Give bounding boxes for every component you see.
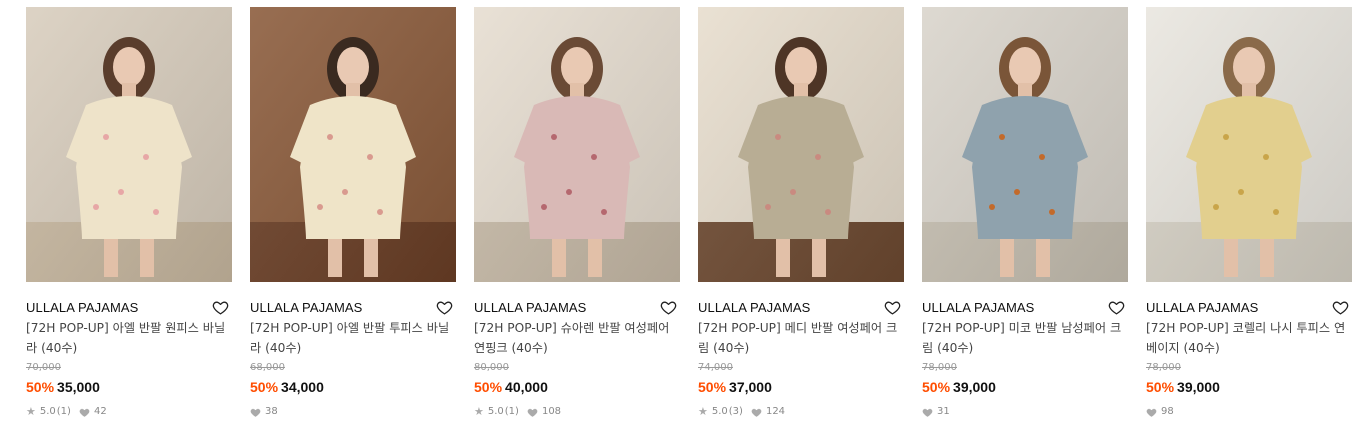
brand-name[interactable]: ULLALA PAJAMAS bbox=[698, 300, 810, 315]
product-title[interactable]: [72H POP-UP] 코렐리 나시 투피스 연베이지 (40수) bbox=[1146, 319, 1346, 358]
product-photo-2 bbox=[250, 7, 456, 282]
product-meta: 38 bbox=[250, 405, 456, 419]
sale-price-row: 50% 39,000 bbox=[1146, 378, 1352, 396]
sale-price: 40,000 bbox=[505, 379, 548, 395]
review-count: (1) bbox=[504, 406, 519, 417]
sale-price: 34,000 bbox=[281, 379, 324, 395]
discount-rate: 50% bbox=[26, 379, 55, 395]
product-image[interactable] bbox=[250, 7, 456, 282]
product-title[interactable]: [72H POP-UP] 메디 반팔 여성페어 크림 (40수) bbox=[698, 319, 898, 358]
product-card[interactable]: ULLALA PAJAMAS [72H POP-UP] 아엘 반팔 투피스 바닐라… bbox=[250, 7, 456, 427]
sale-price-row: 50% 35,000 bbox=[26, 378, 232, 396]
brand-name[interactable]: ULLALA PAJAMAS bbox=[922, 300, 1034, 315]
star-icon: ★ bbox=[474, 405, 484, 418]
discount-rate: 50% bbox=[250, 379, 279, 395]
sale-price-row: 50% 37,000 bbox=[698, 378, 904, 396]
like-count: 124 bbox=[765, 406, 786, 417]
wishlist-heart-icon[interactable] bbox=[882, 297, 902, 317]
product-photo-4 bbox=[698, 7, 904, 282]
likes-heart-icon bbox=[751, 407, 762, 418]
product-title[interactable]: [72H POP-UP] 슈아렌 반팔 여성페어 연핑크 (40수) bbox=[474, 319, 674, 358]
review-count: (1) bbox=[56, 406, 71, 417]
sale-price-row: 50% 40,000 bbox=[474, 378, 680, 396]
discount-rate: 50% bbox=[922, 379, 951, 395]
like-count: 38 bbox=[265, 406, 278, 417]
original-price: 80,000 bbox=[474, 362, 509, 373]
product-image[interactable] bbox=[922, 7, 1128, 282]
wishlist-heart-icon[interactable] bbox=[1106, 297, 1126, 317]
review-count: (3) bbox=[728, 406, 743, 417]
product-title[interactable]: [72H POP-UP] 아엘 반팔 투피스 바닐라 (40수) bbox=[250, 319, 450, 358]
sale-price: 37,000 bbox=[729, 379, 772, 395]
wishlist-heart-icon[interactable] bbox=[434, 297, 454, 317]
like-count: 42 bbox=[93, 406, 107, 417]
discount-rate: 50% bbox=[474, 379, 503, 395]
like-count: 98 bbox=[1161, 406, 1174, 417]
rating-score: 5.0 bbox=[39, 406, 56, 417]
product-card[interactable]: ULLALA PAJAMAS [72H POP-UP] 아엘 반팔 원피스 바닐라… bbox=[26, 7, 232, 427]
sale-price: 35,000 bbox=[57, 379, 100, 395]
likes-heart-icon bbox=[527, 407, 538, 418]
product-photo-6 bbox=[1146, 7, 1352, 282]
sale-price-row: 50% 34,000 bbox=[250, 378, 456, 396]
product-meta: ★ 5.0 (3) 124 bbox=[698, 405, 904, 419]
wishlist-heart-icon[interactable] bbox=[658, 297, 678, 317]
product-grid: ULLALA PAJAMAS [72H POP-UP] 아엘 반팔 원피스 바닐라… bbox=[0, 0, 1363, 435]
product-photo-5 bbox=[922, 7, 1128, 282]
likes-heart-icon bbox=[922, 407, 933, 418]
product-image[interactable] bbox=[1146, 7, 1352, 282]
original-price: 68,000 bbox=[250, 362, 285, 373]
product-meta: ★ 5.0 (1) 108 bbox=[474, 405, 680, 419]
wishlist-heart-icon[interactable] bbox=[210, 297, 230, 317]
brand-name[interactable]: ULLALA PAJAMAS bbox=[1146, 300, 1258, 315]
original-price: 78,000 bbox=[1146, 362, 1181, 373]
product-title[interactable]: [72H POP-UP] 아엘 반팔 원피스 바닐라 (40수) bbox=[26, 319, 226, 358]
product-meta: ★ 5.0 (1) 42 bbox=[26, 405, 232, 419]
star-icon: ★ bbox=[698, 405, 708, 418]
like-count: 108 bbox=[541, 406, 562, 417]
sale-price: 39,000 bbox=[1177, 379, 1220, 395]
discount-rate: 50% bbox=[698, 379, 727, 395]
brand-name[interactable]: ULLALA PAJAMAS bbox=[474, 300, 586, 315]
likes-heart-icon bbox=[250, 407, 261, 418]
product-image[interactable] bbox=[474, 7, 680, 282]
product-meta: 98 bbox=[1146, 405, 1352, 419]
star-icon: ★ bbox=[26, 405, 36, 418]
product-card[interactable]: ULLALA PAJAMAS [72H POP-UP] 미코 반팔 남성페어 크림… bbox=[922, 7, 1128, 427]
original-price: 74,000 bbox=[698, 362, 733, 373]
wishlist-heart-icon[interactable] bbox=[1330, 297, 1350, 317]
brand-name[interactable]: ULLALA PAJAMAS bbox=[250, 300, 362, 315]
product-meta: 31 bbox=[922, 405, 1128, 419]
product-image[interactable] bbox=[26, 7, 232, 282]
original-price: 70,000 bbox=[26, 362, 61, 373]
product-card[interactable]: ULLALA PAJAMAS [72H POP-UP] 메디 반팔 여성페어 크림… bbox=[698, 7, 904, 427]
discount-rate: 50% bbox=[1146, 379, 1175, 395]
sale-price-row: 50% 39,000 bbox=[922, 378, 1128, 396]
original-price: 78,000 bbox=[922, 362, 957, 373]
product-photo-3 bbox=[474, 7, 680, 282]
likes-heart-icon bbox=[79, 407, 90, 418]
likes-heart-icon bbox=[1146, 407, 1157, 418]
sale-price: 39,000 bbox=[953, 379, 996, 395]
product-image[interactable] bbox=[698, 7, 904, 282]
product-card[interactable]: ULLALA PAJAMAS [72H POP-UP] 코렐리 나시 투피스 연베… bbox=[1146, 7, 1352, 427]
rating-score: 5.0 bbox=[487, 406, 504, 417]
product-title[interactable]: [72H POP-UP] 미코 반팔 남성페어 크림 (40수) bbox=[922, 319, 1122, 358]
product-photo-1 bbox=[26, 7, 232, 282]
rating-score: 5.0 bbox=[711, 406, 728, 417]
like-count: 31 bbox=[937, 406, 950, 417]
brand-name[interactable]: ULLALA PAJAMAS bbox=[26, 300, 138, 315]
product-card[interactable]: ULLALA PAJAMAS [72H POP-UP] 슈아렌 반팔 여성페어 연… bbox=[474, 7, 680, 427]
